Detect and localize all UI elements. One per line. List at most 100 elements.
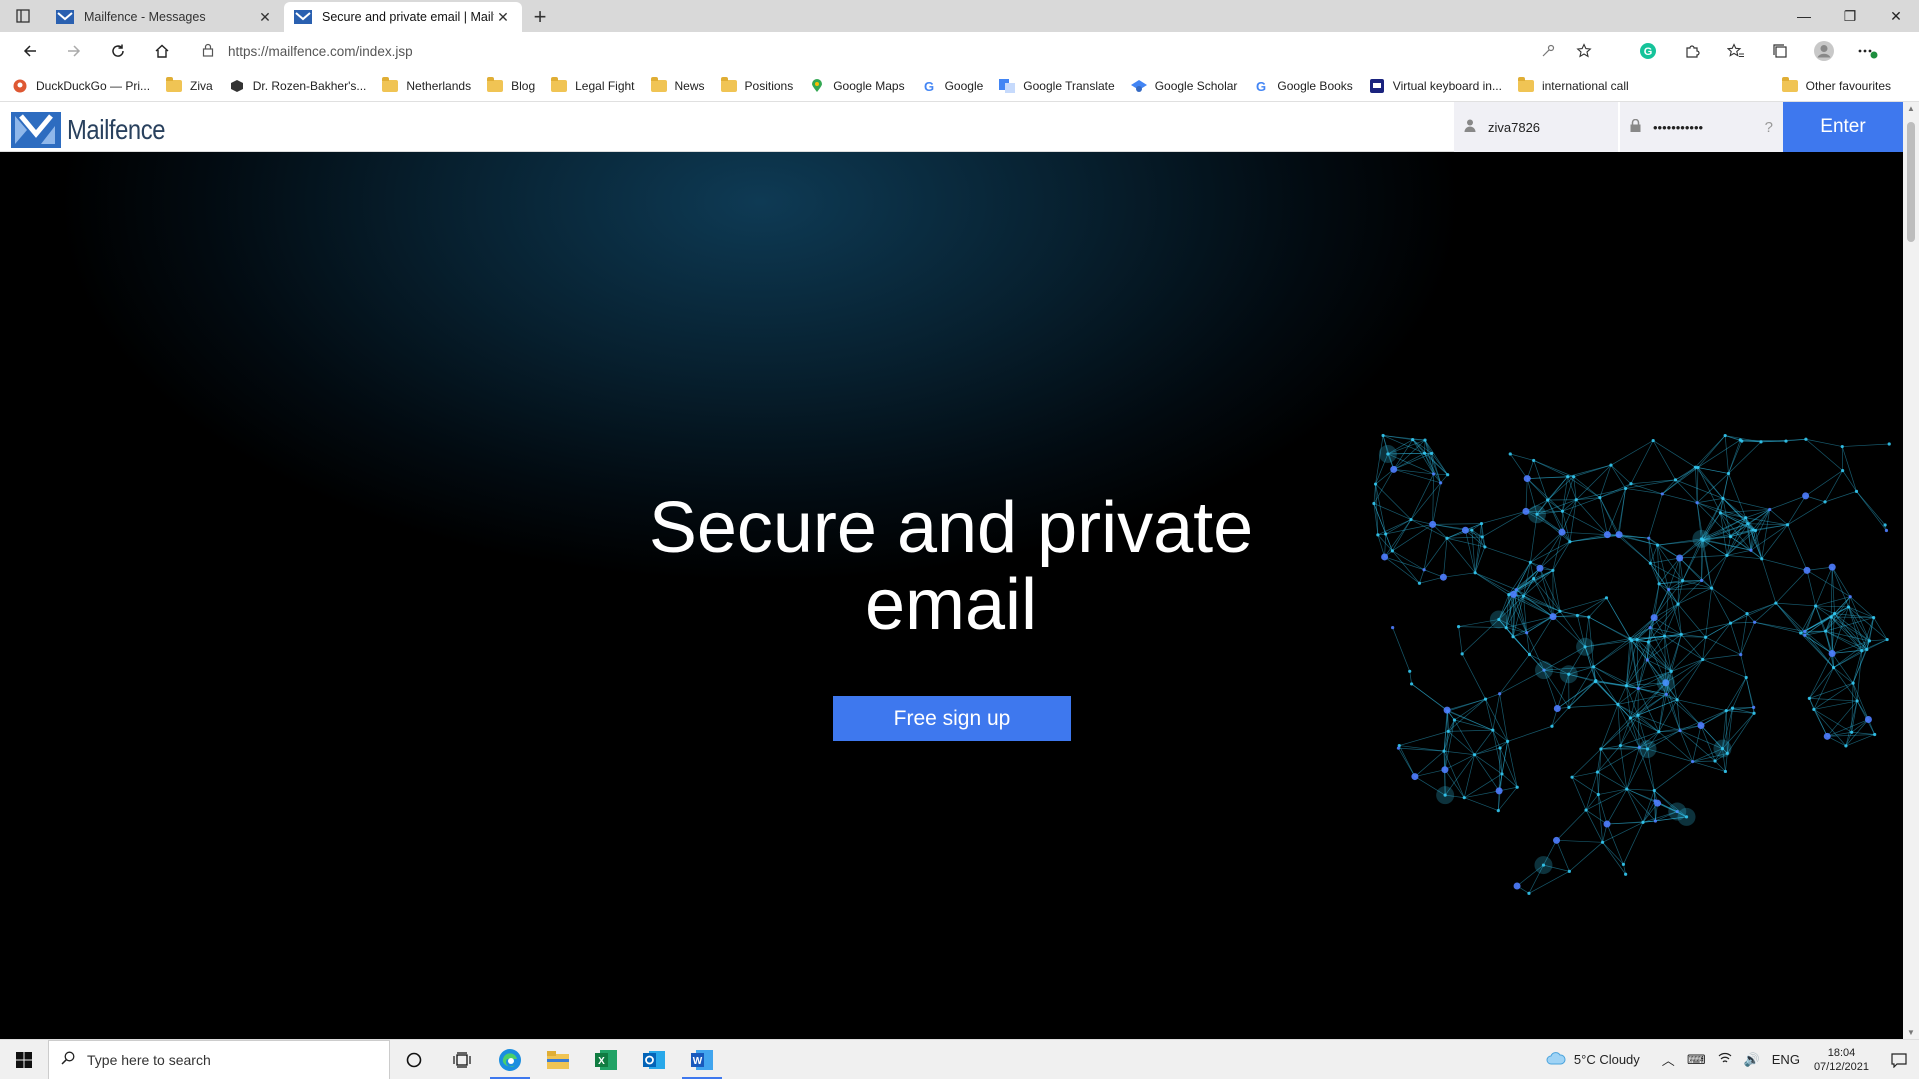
lock-icon (1630, 118, 1641, 135)
hero-title: Secure and private email (551, 490, 1351, 644)
cortana-icon[interactable] (390, 1040, 438, 1079)
browser-tab-bar: Mailfence - Messages ✕ Secure and privat… (0, 0, 1919, 32)
lock-icon[interactable] (202, 43, 214, 60)
cloudy-weather-icon (1546, 1051, 1566, 1068)
language-indicator[interactable]: ENG (1772, 1052, 1800, 1067)
taskbar-apps: X W (390, 1040, 726, 1079)
add-favourite-icon[interactable] (1566, 43, 1602, 59)
more-menu-icon[interactable] (1846, 35, 1890, 67)
help-icon[interactable]: ? (1765, 119, 1773, 136)
bookmark-label: Google Translate (1023, 78, 1115, 93)
edge-browser-icon[interactable] (486, 1040, 534, 1079)
task-view-icon[interactable] (438, 1040, 486, 1079)
bookmark-google-scholar[interactable]: Google Scholar (1130, 78, 1238, 93)
volume-icon[interactable]: 🔊 (1744, 1052, 1760, 1068)
profile-avatar-icon[interactable] (1802, 35, 1846, 67)
svg-text:G: G (1256, 79, 1266, 93)
url-text[interactable]: https://mailfence.com/index.jsp (228, 44, 1530, 59)
username-field[interactable]: ziva7826 (1454, 102, 1618, 152)
login-form: ziva7826 ••••••••••• ? Enter (1454, 102, 1903, 152)
tab-mailfence-messages[interactable]: Mailfence - Messages ✕ (46, 2, 284, 32)
network-icon[interactable] (1718, 1051, 1732, 1068)
close-tab-icon[interactable]: ✕ (256, 9, 274, 26)
system-tray: 5°C Cloudy ︿ ⌨ 🔊 ENG 18:04 07/12/2021 (1546, 1040, 1919, 1079)
bookmark-google-maps[interactable]: Google Maps (809, 78, 905, 93)
windows-start-icon[interactable] (0, 1040, 48, 1079)
password-value[interactable]: ••••••••••• (1653, 120, 1703, 135)
favourites-icon[interactable] (1714, 35, 1758, 67)
bookmark-ziva[interactable]: Ziva (166, 76, 213, 93)
tab-secure-private-email[interactable]: Secure and private email | Mailfe ✕ (284, 2, 522, 32)
bookmark-virtual-keyboard-in[interactable]: Virtual keyboard in... (1369, 78, 1502, 93)
mailfence-logo[interactable]: Mailfence (11, 112, 182, 148)
grammarly-icon[interactable]: G (1626, 35, 1670, 67)
bookmark-news[interactable]: News (650, 76, 705, 93)
bookmark-legal-fight[interactable]: Legal Fight (551, 76, 635, 93)
tab-title: Mailfence - Messages (84, 10, 206, 24)
taskbar-search-box[interactable]: Type here to search (48, 1039, 390, 1079)
bookmark-google-translate[interactable]: Google Translate (999, 78, 1115, 93)
bookmark-label: Google Scholar (1154, 78, 1238, 93)
weather-widget[interactable]: 5°C Cloudy (1546, 1051, 1640, 1068)
site-header: Mailfence ziva7826 ••••••••••• ? Enter (0, 102, 1903, 152)
page-scrollbar[interactable]: ▲ ▼ (1903, 102, 1919, 1040)
svg-text:X: X (598, 1056, 605, 1067)
duckduckgo-icon (12, 79, 28, 93)
bookmark-positions[interactable]: Positions (720, 76, 793, 93)
username-value[interactable]: ziva7826 (1488, 120, 1540, 135)
close-tab-icon[interactable]: ✕ (494, 9, 512, 26)
google-icon: G (1253, 79, 1269, 93)
folder-icon (551, 76, 568, 93)
forward-icon[interactable] (52, 35, 96, 67)
tab-actions-icon[interactable] (0, 0, 46, 32)
brand-name: Mailfence (67, 114, 166, 145)
collections-icon[interactable] (1758, 35, 1802, 67)
word-icon[interactable]: W (678, 1040, 726, 1079)
address-bar[interactable]: https://mailfence.com/index.jsp (192, 36, 1612, 66)
favourites-bar: DuckDuckGo — Pri... Ziva Dr. Rozen-Bakher'… (0, 70, 1919, 102)
bookmark-google-books[interactable]: G Google Books (1253, 79, 1352, 93)
show-hidden-icons-icon[interactable]: ︿ (1662, 1050, 1675, 1069)
file-explorer-icon[interactable] (534, 1040, 582, 1079)
folder-icon (650, 76, 667, 93)
refresh-icon[interactable] (96, 35, 140, 67)
bookmark-label: Google (944, 78, 984, 93)
folder-icon (1781, 77, 1798, 93)
back-icon[interactable] (8, 35, 52, 67)
bookmark-label: Virtual keyboard in... (1392, 78, 1502, 93)
scroll-up-icon[interactable]: ▲ (1903, 102, 1919, 116)
extensions-icon[interactable] (1670, 35, 1714, 67)
enter-button[interactable]: Enter (1783, 102, 1903, 152)
bookmark-label: Blog (511, 78, 536, 93)
password-key-icon[interactable] (1530, 44, 1566, 58)
bookmark-blog[interactable]: Blog (487, 76, 536, 93)
bookmark-netherlands[interactable]: Netherlands (382, 76, 472, 93)
folder-icon (1517, 76, 1534, 93)
mailfence-logo-icon (11, 112, 61, 148)
free-signup-button[interactable]: Free sign up (833, 696, 1071, 741)
clock[interactable]: 18:04 07/12/2021 (1814, 1046, 1869, 1074)
bookmark-other-favourites[interactable]: Other favourites (1781, 70, 1891, 102)
bookmark-dr-rozen-bakher-s[interactable]: Dr. Rozen-Bakher's... (229, 78, 367, 93)
scroll-down-icon[interactable]: ▼ (1903, 1026, 1919, 1040)
clock-time: 18:04 (1827, 1046, 1856, 1059)
minimize-icon[interactable]: — (1781, 0, 1827, 32)
bookmark-google[interactable]: G Google (921, 79, 984, 93)
bookmark-label: DuckDuckGo — Pri... (36, 78, 151, 93)
bookmark-duckduckgo-pri[interactable]: DuckDuckGo — Pri... (12, 79, 150, 93)
home-icon[interactable] (140, 35, 184, 67)
bookmark-label: Google Maps (833, 78, 905, 93)
bookmark-label: Netherlands (406, 78, 472, 93)
notifications-icon[interactable] (1879, 1052, 1919, 1068)
excel-icon[interactable]: X (582, 1040, 630, 1079)
password-field[interactable]: ••••••••••• ? (1618, 102, 1783, 152)
search-placeholder: Type here to search (87, 1051, 211, 1068)
keyboard-tray-icon[interactable]: ⌨ (1687, 1052, 1706, 1068)
restore-icon[interactable]: ❐ (1827, 0, 1873, 32)
new-tab-icon[interactable]: + (522, 2, 558, 32)
bookmark-international-call[interactable]: international call (1517, 76, 1629, 93)
close-window-icon[interactable]: ✕ (1873, 0, 1919, 32)
bookmark-label: Dr. Rozen-Bakher's... (252, 78, 367, 93)
outlook-icon[interactable] (630, 1040, 678, 1079)
scrollbar-thumb[interactable] (1907, 122, 1915, 242)
